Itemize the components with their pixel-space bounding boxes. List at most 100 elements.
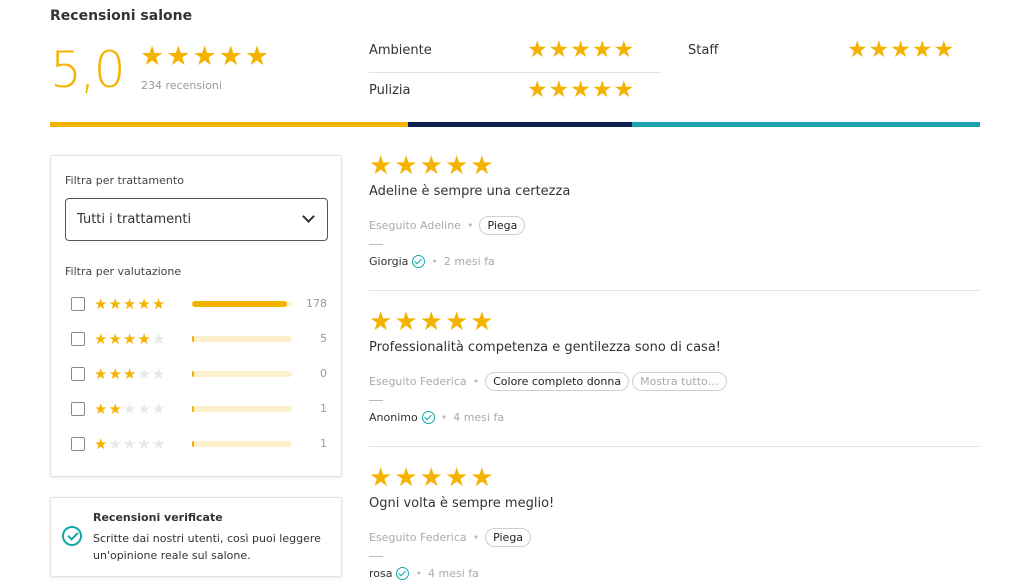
category-stars-staff: ★★★★★: [847, 38, 955, 62]
star-icon: ★: [122, 295, 137, 313]
star-icon: ★: [548, 37, 570, 63]
star-icon: ★: [137, 295, 151, 313]
star-icon: ★: [394, 151, 418, 181]
review-stars: ★★★★★: [369, 309, 980, 335]
review-item: ★★★★★ Adeline è sempre una certezza Esegui…: [369, 153, 980, 291]
star-icon: ★: [868, 37, 890, 63]
overall-score: 5,0: [50, 41, 126, 99]
separator-dot: •: [415, 566, 422, 580]
star-icon: ★: [122, 330, 137, 348]
star-icon: ★: [151, 295, 166, 313]
treatment-select[interactable]: Tutti i trattamenti: [65, 198, 328, 241]
star-icon: ★: [419, 307, 443, 337]
verified-title: Recensioni verificate: [93, 511, 223, 524]
category-stars-ambiente: ★★★★★: [527, 38, 635, 62]
star-icon: ★: [244, 41, 270, 72]
rating-count: 1: [320, 402, 327, 415]
rating-bar-track: [192, 336, 292, 342]
category-label-ambiente: Ambiente: [369, 43, 432, 58]
star-icon: ★: [470, 307, 494, 337]
star-icon: ★: [847, 37, 868, 63]
star-icon: ★: [613, 37, 635, 63]
star-icon: ★: [122, 435, 137, 453]
row-stars: ★★★★★: [94, 399, 166, 419]
star-icon: ★: [470, 151, 494, 181]
verified-check-icon: [396, 566, 410, 580]
color-bar-segment: [50, 122, 409, 127]
page-title: Recensioni salone: [50, 8, 193, 24]
star-icon: ★: [444, 463, 469, 493]
star-icon: ★: [137, 365, 151, 383]
star-icon: ★: [94, 400, 108, 418]
star-icon: ★: [166, 41, 191, 72]
verified-check-icon: [412, 254, 426, 268]
star-icon: ★: [108, 330, 122, 348]
review-author-line: Anonimo • 4 mesi fa: [369, 408, 504, 426]
treatment-tag[interactable]: Piega: [485, 527, 532, 547]
star-icon: ★: [192, 41, 217, 72]
treatment-tag[interactable]: Piega: [479, 215, 526, 235]
review-divider: [369, 446, 980, 447]
performed-by: Eseguito Adeline: [369, 218, 461, 232]
star-icon: ★: [108, 295, 122, 313]
star-icon: ★: [570, 77, 591, 103]
checkbox[interactable]: [71, 332, 85, 346]
star-icon: ★: [151, 330, 166, 348]
category-label-pulizia: Pulizia: [369, 83, 411, 98]
star-icon: ★: [137, 400, 151, 418]
star-icon: ★: [369, 151, 393, 181]
star-icon: ★: [218, 41, 243, 72]
row-stars: ★★★★★: [94, 364, 166, 384]
author-name: Giorgia: [369, 254, 409, 268]
category-stars-pulizia: ★★★★★: [527, 78, 635, 102]
star-icon: ★: [140, 41, 165, 72]
star-icon: ★: [151, 400, 166, 418]
rating-bar-fill: [192, 336, 194, 342]
rating-bar-fill: [192, 301, 287, 307]
rating-count: 0: [320, 367, 327, 380]
separator-dot: •: [466, 218, 474, 232]
short-divider: [369, 400, 383, 401]
review-date: 4 mesi fa: [453, 410, 505, 424]
rating-filter-row-1[interactable]: ★★★★★ 1: [71, 434, 331, 454]
checkbox[interactable]: [71, 367, 85, 381]
rating-count: 178: [306, 297, 327, 310]
author-name: Anonimo: [369, 410, 418, 424]
review-stars: ★★★★★: [369, 153, 980, 179]
star-icon: ★: [108, 435, 122, 453]
rating-bar-track: [192, 441, 292, 447]
row-stars: ★★★★★: [94, 434, 166, 454]
show-all-button[interactable]: Mostra tutto…: [632, 371, 727, 391]
review-divider: [369, 290, 980, 291]
star-icon: ★: [470, 463, 494, 493]
verified-text: Scritte dai nostri utenti, così puoi leg…: [93, 532, 321, 562]
short-divider: [369, 556, 383, 557]
row-stars: ★★★★★: [94, 294, 166, 314]
rating-filter-row-5[interactable]: ★★★★★ 178: [71, 294, 331, 314]
rating-filter-row-2[interactable]: ★★★★★ 1: [71, 399, 331, 419]
verified-check-icon: [62, 526, 82, 546]
star-icon: ★: [151, 365, 166, 383]
author-name: rosa: [369, 566, 393, 580]
checkbox[interactable]: [71, 402, 85, 416]
filter-panel: Filtra per trattamento Tutti i trattamen…: [50, 155, 342, 477]
star-icon: ★: [444, 307, 469, 337]
star-icon: ★: [108, 365, 122, 383]
checkbox[interactable]: [71, 437, 85, 451]
checkbox[interactable]: [71, 297, 85, 311]
star-icon: ★: [394, 463, 418, 493]
star-icon: ★: [94, 435, 108, 453]
star-icon: ★: [591, 77, 613, 103]
color-bar-segment: [408, 122, 633, 127]
rating-bar-fill: [192, 441, 194, 447]
rating-count: 1: [320, 437, 327, 450]
review-meta: Eseguito Adeline • Piega: [369, 214, 528, 236]
rating-filter-row-4[interactable]: ★★★★★ 5: [71, 329, 331, 349]
review-title: Adeline è sempre una certezza: [369, 184, 571, 199]
rating-filter-row-3[interactable]: ★★★★★ 0: [71, 364, 331, 384]
treatment-tag[interactable]: Colore completo donna: [485, 371, 630, 391]
category-divider: [369, 72, 661, 73]
short-divider: [369, 244, 383, 245]
star-icon: ★: [151, 435, 166, 453]
row-stars: ★★★★★: [94, 329, 166, 349]
